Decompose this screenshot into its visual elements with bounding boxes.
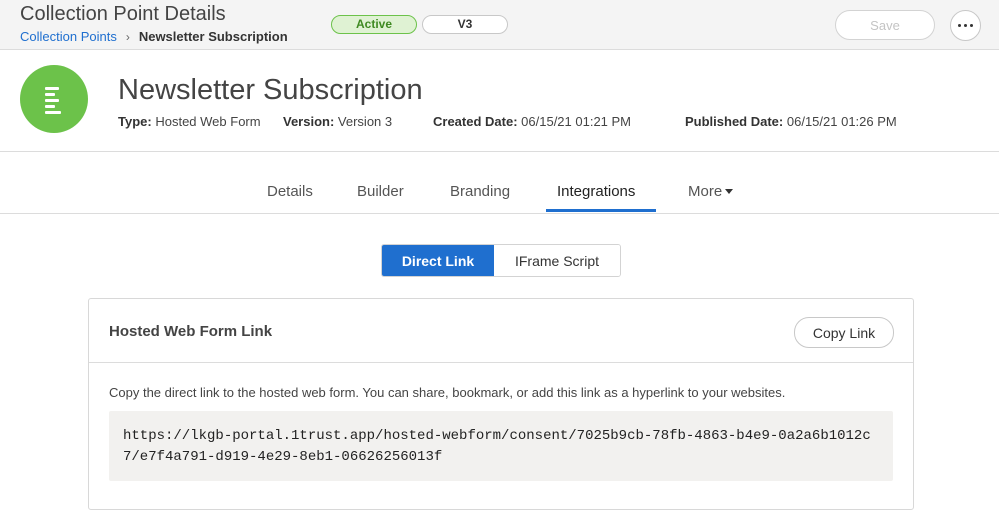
tab-more[interactable]: More [688, 183, 734, 200]
more-options-button[interactable] [950, 10, 981, 41]
integration-mode-toggle: Direct Link IFrame Script [381, 244, 621, 277]
caret-down-icon [725, 188, 734, 194]
top-bar: Collection Point Details Collection Poin… [0, 0, 999, 50]
ellipsis-icon [970, 24, 973, 27]
card-header: Hosted Web Form Link Copy Link [89, 299, 913, 363]
breadcrumb-current: Newsletter Subscription [138, 29, 288, 44]
ellipsis-icon [964, 24, 967, 27]
meta-version-label: Version: [283, 114, 335, 129]
meta-published-label: Published Date: [685, 114, 784, 129]
meta-created-label: Created Date: [433, 114, 518, 129]
chevron-right-icon: › [125, 29, 130, 44]
meta-type: Type: Hosted Web Form [118, 114, 261, 129]
iframe-script-button[interactable]: IFrame Script [494, 245, 620, 276]
form-list-icon [20, 65, 88, 133]
meta-created-date: Created Date: 06/15/21 01:21 PM [433, 114, 631, 129]
meta-type-label: Type: [118, 114, 152, 129]
tab-branding[interactable]: Branding [450, 183, 510, 200]
tab-details[interactable]: Details [267, 183, 313, 200]
tab-integrations[interactable]: Integrations [557, 183, 635, 200]
direct-link-button[interactable]: Direct Link [382, 245, 494, 276]
hosted-link-box[interactable]: https://lkgb-portal.1trust.app/hosted-we… [109, 411, 893, 481]
card-title: Hosted Web Form Link [109, 323, 273, 340]
tab-more-label: More [688, 183, 723, 200]
meta-type-value: Hosted Web Form [155, 114, 261, 129]
copy-link-button[interactable]: Copy Link [794, 317, 894, 348]
card-description: Copy the direct link to the hosted web f… [109, 385, 786, 400]
tab-bar: Details Builder Branding Integrations Mo… [0, 152, 999, 214]
breadcrumb-link-collection-points[interactable]: Collection Points [20, 29, 117, 44]
hosted-link-line-1: https://lkgb-portal.1trust.app/hosted-we… [123, 428, 871, 444]
hosted-web-form-link-card: Hosted Web Form Link Copy Link Copy the … [88, 298, 914, 510]
status-badge: Active [331, 15, 417, 34]
ellipsis-icon [958, 24, 961, 27]
save-button[interactable]: Save [835, 10, 935, 40]
meta-created-value: 06/15/21 01:21 PM [521, 114, 632, 129]
meta-published-date: Published Date: 06/15/21 01:26 PM [685, 114, 897, 129]
version-badge: V3 [422, 15, 508, 34]
active-tab-indicator [546, 209, 656, 212]
meta-published-value: 06/15/21 01:26 PM [786, 114, 897, 129]
tab-builder[interactable]: Builder [357, 183, 404, 200]
meta-version: Version: Version 3 [283, 114, 392, 129]
breadcrumb: Collection Points › Newsletter Subscript… [20, 29, 288, 44]
collection-point-name: Newsletter Subscription [118, 74, 423, 106]
page-title: Collection Point Details [20, 3, 226, 25]
hosted-link-line-2: 7/e7f4a791-d919-4e29-8eb1-06626256013f [123, 449, 443, 465]
meta-version-value: Version 3 [337, 114, 393, 129]
